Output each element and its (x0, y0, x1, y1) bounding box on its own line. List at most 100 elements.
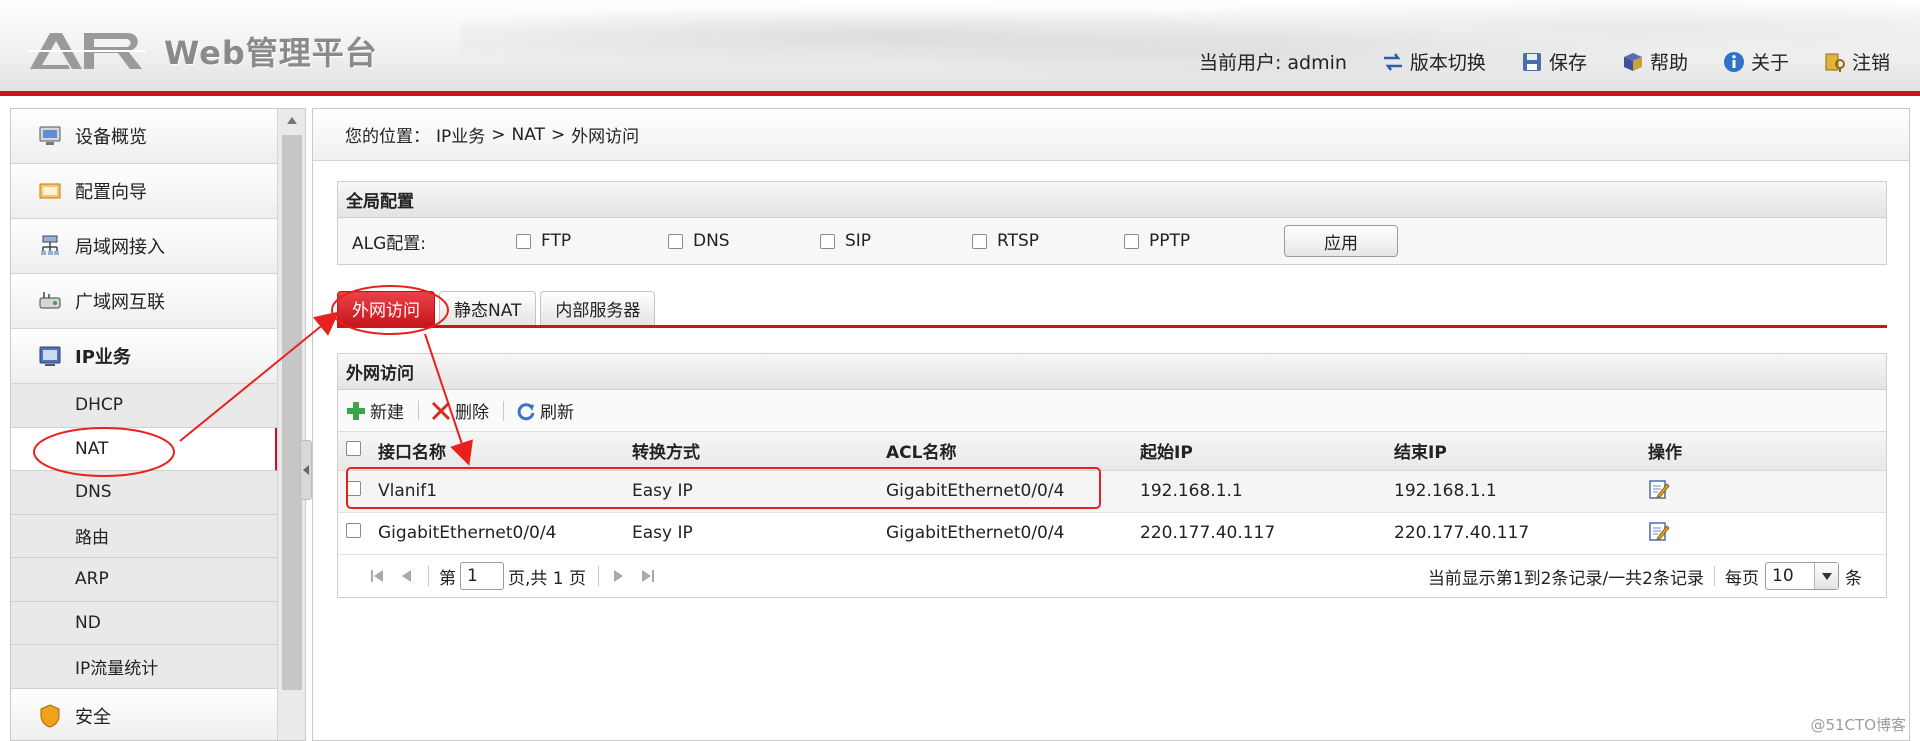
alg-config-row: ALG配置: FTP DNS SIP RTSP PPTP 应用 (338, 218, 1886, 264)
main-content: 您的位置： IP业务 > NAT > 外网访问 全局配置 ALG配置: FTP … (312, 108, 1910, 741)
sidebar-subitem-dns[interactable]: DNS (11, 471, 278, 515)
first-page-icon[interactable] (368, 567, 386, 585)
cell-start-ip: 192.168.1.1 (1140, 470, 1394, 513)
cell-mode: Easy IP (632, 470, 886, 513)
top-nav: 当前用户: admin 版本切换 保存 帮助 关于 注销 (1199, 48, 1890, 75)
chevron-down-icon[interactable] (1814, 563, 1838, 589)
sidebar-subitem-nd[interactable]: ND (11, 601, 278, 645)
col-interface-name: 接口名称 (378, 432, 632, 471)
help-button[interactable]: 帮助 (1621, 48, 1688, 75)
sidebar-item-ip-service[interactable]: IP业务 (11, 329, 278, 384)
delete-button[interactable]: 删除 (431, 398, 489, 423)
logout-button[interactable]: 注销 (1823, 48, 1890, 75)
sidebar-scrollbar[interactable] (277, 109, 305, 740)
current-user: 当前用户: admin (1198, 52, 1347, 74)
watermark: @51CTO博客 (1810, 716, 1906, 734)
sidebar-subitem-arp[interactable]: ARP (11, 558, 278, 602)
record-summary: 当前显示第1到2条记录/一共2条记录 (1427, 568, 1704, 589)
apply-button[interactable]: 应用 (1284, 225, 1398, 257)
list-toolbar: 新建 删除 刷新 (338, 390, 1886, 432)
tab-external-access[interactable]: 外网访问 (337, 291, 435, 325)
pager-summary-area: 当前显示第1到2条记录/一共2条记录 每页 10 条 (1428, 555, 1862, 598)
sidebar: 设备概览 配置向导 局域网接入 广域网互联 IP业务 DHCP NAT DNS … (10, 108, 306, 741)
sidebar-menu: 设备概览 配置向导 局域网接入 广域网互联 IP业务 DHCP NAT DNS … (11, 109, 278, 740)
version-switch-button[interactable]: 版本切换 (1381, 48, 1486, 75)
ip-service-icon (39, 346, 61, 366)
breadcrumb-current: 外网访问 (571, 127, 640, 147)
global-config-panel: 全局配置 ALG配置: FTP DNS SIP RTSP PPTP 应用 (337, 181, 1887, 265)
alg-dns-checkbox[interactable]: DNS (668, 231, 820, 251)
page-number-input[interactable]: 1 (460, 562, 504, 590)
new-button[interactable]: 新建 (346, 398, 404, 423)
lan-access-icon (41, 235, 59, 255)
refresh-button[interactable]: 刷新 (516, 398, 574, 423)
row-checkbox[interactable] (346, 523, 361, 538)
tab-static-nat[interactable]: 静态NAT (439, 291, 537, 325)
col-operation: 操作 (1648, 432, 1886, 471)
breadcrumb-nat[interactable]: NAT (512, 125, 545, 145)
col-acl-name: ACL名称 (886, 432, 1140, 471)
sidebar-collapse-handle[interactable] (300, 440, 312, 500)
cell-start-ip: 220.177.40.117 (1140, 512, 1394, 555)
cell-interface: GigabitEthernet0/0/4 (378, 512, 632, 555)
table-row[interactable]: GigabitEthernet0/0/4 Easy IP GigabitEthe… (338, 512, 1886, 555)
cell-interface: Vlanif1 (378, 470, 632, 513)
platform-title: Web管理平台 (164, 34, 378, 72)
scroll-up-arrow-icon[interactable] (278, 109, 305, 131)
sidebar-subitem-dhcp[interactable]: DHCP (11, 384, 278, 428)
refresh-icon (517, 402, 535, 420)
nat-table: 接口名称 转换方式 ACL名称 起始IP 结束IP 操作 Vlanif1 Eas… (338, 432, 1886, 555)
col-start-ip: 起始IP (1140, 432, 1394, 471)
global-config-title: 全局配置 (338, 182, 1886, 218)
edit-icon[interactable] (1648, 520, 1670, 542)
row-checkbox[interactable] (346, 481, 361, 496)
alg-config-label: ALG配置: (352, 233, 427, 254)
cell-acl: GigabitEthernet0/0/4 (886, 470, 1140, 513)
cell-end-ip: 220.177.40.117 (1394, 512, 1648, 555)
logout-keys-icon (1825, 53, 1845, 72)
help-book-icon (1623, 52, 1642, 71)
table-header-row: 接口名称 转换方式 ACL名称 起始IP 结束IP 操作 (338, 432, 1886, 471)
sidebar-subitem-ip-traffic-stats[interactable]: IP流量统计 (11, 645, 278, 689)
table-row[interactable]: Vlanif1 Easy IP GigabitEthernet0/0/4 192… (338, 470, 1886, 513)
col-translation-mode: 转换方式 (632, 432, 886, 471)
plus-icon (347, 401, 365, 420)
sidebar-item-device-overview[interactable]: 设备概览 (11, 109, 278, 164)
alg-pptp-checkbox[interactable]: PPTP (1124, 231, 1276, 251)
external-access-title: 外网访问 (338, 354, 1886, 390)
save-button[interactable]: 保存 (1520, 48, 1587, 75)
select-all-checkbox-cell (338, 432, 378, 471)
sidebar-item-wan-interconnect[interactable]: 广域网互联 (11, 274, 278, 329)
wan-interconnect-icon (39, 292, 61, 309)
last-page-icon[interactable] (639, 567, 657, 585)
edit-icon[interactable] (1648, 478, 1670, 500)
select-all-checkbox[interactable] (346, 440, 361, 456)
shield-icon (40, 703, 60, 728)
alg-ftp-checkbox[interactable]: FTP (516, 231, 668, 251)
logo: Web管理平台 (28, 26, 378, 76)
breadcrumb: 您的位置： IP业务 > NAT > 外网访问 (313, 109, 1909, 161)
floppy-disk-icon (1522, 52, 1541, 71)
per-page-select[interactable]: 10 (1765, 562, 1839, 590)
chevron-left-icon (303, 465, 309, 475)
scrollbar-thumb[interactable] (282, 135, 302, 690)
sidebar-item-security[interactable]: 安全 (11, 688, 278, 740)
prev-page-icon[interactable] (398, 567, 416, 585)
app-header: Web管理平台 当前用户: admin 版本切换 保存 帮助 关于 注销 (0, 0, 1920, 96)
tab-underline (337, 325, 1887, 328)
sidebar-item-lan-access[interactable]: 局域网接入 (11, 219, 278, 274)
switch-arrows-icon (1383, 52, 1402, 71)
sidebar-item-config-wizard[interactable]: 配置向导 (11, 164, 278, 219)
info-icon (1723, 51, 1744, 72)
cell-end-ip: 192.168.1.1 (1394, 470, 1648, 513)
alg-sip-checkbox[interactable]: SIP (820, 231, 972, 251)
sidebar-subitem-route[interactable]: 路由 (11, 514, 278, 558)
sidebar-subitem-nat[interactable]: NAT (11, 427, 278, 471)
about-button[interactable]: 关于 (1722, 48, 1789, 75)
tab-internal-server[interactable]: 内部服务器 (540, 291, 656, 325)
breadcrumb-ip-service[interactable]: IP业务 (436, 122, 485, 147)
device-overview-icon (39, 126, 61, 145)
alg-rtsp-checkbox[interactable]: RTSP (972, 231, 1124, 251)
world-map-background (460, 0, 1920, 91)
next-page-icon[interactable] (609, 567, 627, 585)
